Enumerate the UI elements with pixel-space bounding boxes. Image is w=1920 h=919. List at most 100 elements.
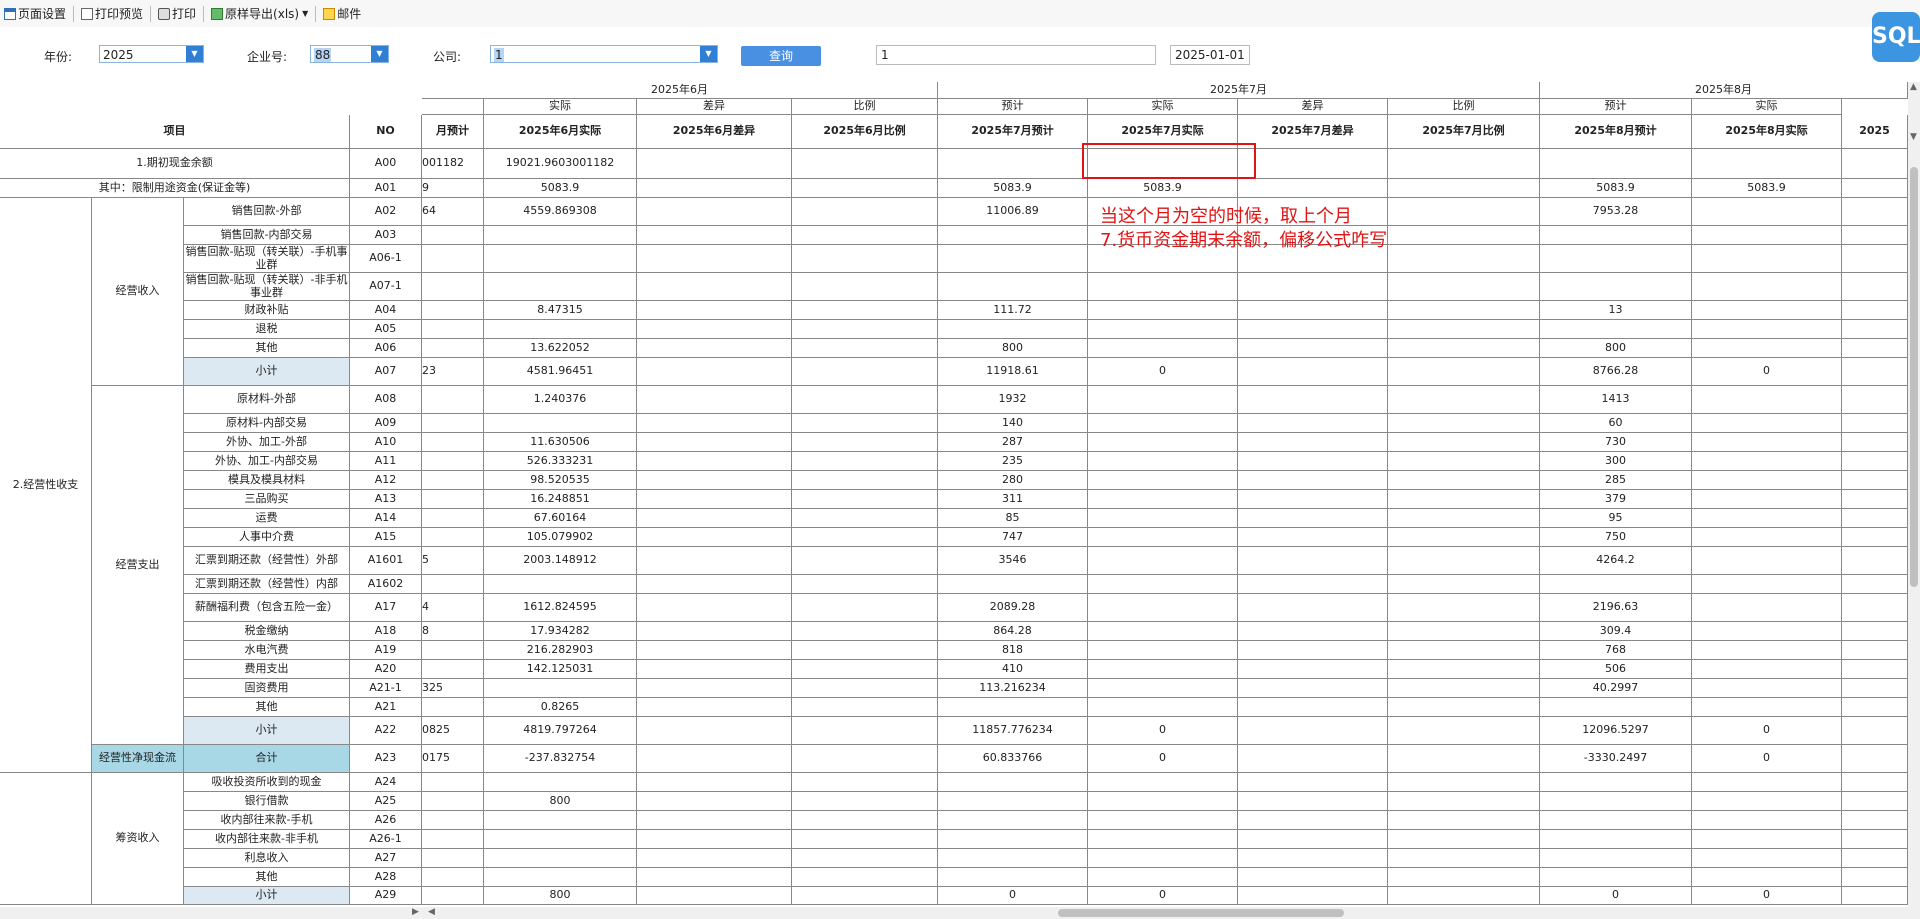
- sql-badge[interactable]: SQL: [1872, 12, 1920, 62]
- chevron-down-icon[interactable]: ▼: [371, 46, 388, 62]
- data-cell: [1088, 773, 1238, 792]
- data-cell: [1088, 490, 1238, 509]
- text-input[interactable]: 1: [876, 45, 1156, 65]
- data-cell: 747: [938, 528, 1088, 547]
- page-setup-button[interactable]: 页面设置: [0, 3, 70, 25]
- vertical-scroll-thumb[interactable]: [1910, 167, 1918, 587]
- row-item-label: 原材料-内部交易: [184, 414, 350, 433]
- data-cell: [422, 811, 484, 830]
- scroll-up-icon[interactable]: ▲: [1910, 82, 1917, 92]
- row-item-label: 其他: [184, 339, 350, 358]
- row-item-label: 小计: [184, 358, 350, 386]
- data-cell: [1388, 433, 1540, 452]
- data-cell: [792, 509, 938, 528]
- month-header-june: 2025年6月: [422, 82, 938, 99]
- scroll-right-icon[interactable]: ▶: [412, 907, 419, 917]
- data-cell: [792, 792, 938, 811]
- toolbar-divider: [203, 5, 205, 22]
- row-no: A09: [350, 414, 422, 433]
- data-cell: [637, 245, 792, 273]
- annotation-line-1: 当这个月为空的时候，取上个月: [1100, 206, 1352, 227]
- data-cell: 1413: [1540, 386, 1692, 414]
- data-cell: [484, 273, 637, 301]
- data-cell: [1692, 245, 1842, 273]
- data-cell: 67.60164: [484, 509, 637, 528]
- company-no-select[interactable]: 88 ▼: [310, 45, 389, 63]
- data-cell: [1842, 339, 1908, 358]
- company-select[interactable]: 1 ▼: [490, 45, 718, 63]
- data-cell: 235: [938, 452, 1088, 471]
- data-cell: [1388, 773, 1540, 792]
- data-cell: [1540, 811, 1692, 830]
- print-preview-button[interactable]: 打印预览: [77, 3, 147, 25]
- data-cell: [1842, 273, 1908, 301]
- data-cell: [1238, 547, 1388, 575]
- data-cell: [637, 698, 792, 717]
- row-no: A24: [350, 773, 422, 792]
- data-cell: [1088, 547, 1238, 575]
- data-cell: [1692, 226, 1842, 245]
- chevron-down-icon[interactable]: ▼: [186, 46, 203, 62]
- scroll-down-icon[interactable]: ▼: [1910, 132, 1917, 142]
- data-cell: [1088, 273, 1238, 301]
- mail-button[interactable]: 邮件: [319, 3, 365, 25]
- data-cell: [1388, 641, 1540, 660]
- horizontal-scrollbar[interactable]: ▶ ◀: [0, 907, 1920, 919]
- data-cell: [422, 868, 484, 887]
- row-item-label: 销售回款-内部交易: [184, 226, 350, 245]
- export-xls-button[interactable]: 原样导出(xls) ▼: [207, 3, 312, 25]
- sub-header: 比例: [1388, 99, 1540, 115]
- data-cell: [637, 622, 792, 641]
- data-cell: 5083.9: [938, 179, 1088, 198]
- data-cell: 13.622052: [484, 339, 637, 358]
- scroll-left-icon[interactable]: ◀: [428, 907, 435, 917]
- horizontal-scroll-thumb[interactable]: [1058, 909, 1344, 917]
- data-cell: 864.28: [938, 622, 1088, 641]
- data-cell: [484, 811, 637, 830]
- data-cell: [1842, 198, 1908, 226]
- data-cell: [1088, 594, 1238, 622]
- data-cell: [1388, 301, 1540, 320]
- chevron-down-icon[interactable]: ▼: [700, 46, 717, 62]
- data-cell: 0: [1088, 358, 1238, 386]
- toolbar: 页面设置 打印预览 打印 原样导出(xls) ▼ 邮件: [0, 0, 1920, 28]
- data-cell: [1842, 698, 1908, 717]
- row-item-label: 销售回款-贴现（转关联）-非手机事业群: [184, 273, 350, 301]
- data-cell: 526.333231: [484, 452, 637, 471]
- query-button[interactable]: 查询: [741, 46, 821, 66]
- row-item-label: 利息收入: [184, 849, 350, 868]
- group-financing-outer: [0, 773, 92, 905]
- row-item-label: 汇票到期还款（经营性）内部: [184, 575, 350, 594]
- highlight-box: [1082, 143, 1256, 179]
- data-cell: [1842, 149, 1908, 179]
- data-cell: [1842, 717, 1908, 745]
- print-button[interactable]: 打印: [154, 3, 200, 25]
- data-cell: [1388, 811, 1540, 830]
- data-cell: [484, 414, 637, 433]
- data-cell: [484, 226, 637, 245]
- data-cell: 216.282903: [484, 641, 637, 660]
- row-no: A20: [350, 660, 422, 679]
- date-input[interactable]: 2025-01-01: [1170, 45, 1250, 65]
- row-no: A23: [350, 745, 422, 773]
- data-cell: [1842, 830, 1908, 849]
- vertical-scrollbar[interactable]: ▲ ▼: [1908, 82, 1920, 907]
- data-cell: [1842, 301, 1908, 320]
- data-cell: [1238, 868, 1388, 887]
- data-cell: 7953.28: [1540, 198, 1692, 226]
- data-cell: 4559.869308: [484, 198, 637, 226]
- row-no: A03: [350, 226, 422, 245]
- row-no: A13: [350, 490, 422, 509]
- data-cell: [938, 792, 1088, 811]
- data-cell: [1842, 868, 1908, 887]
- data-cell: [1388, 490, 1540, 509]
- data-cell: [1692, 811, 1842, 830]
- data-cell: [1088, 830, 1238, 849]
- company-no-label: 企业号:: [247, 50, 288, 64]
- month-header-august: 2025年8月: [1540, 82, 1908, 99]
- data-cell: [1692, 830, 1842, 849]
- data-cell: 0825: [422, 717, 484, 745]
- annotation-line-2: 7.货币资金期末余额，偏移公式咋写: [1100, 230, 1388, 251]
- data-cell: [1238, 179, 1388, 198]
- year-select[interactable]: 2025 ▼: [99, 45, 204, 63]
